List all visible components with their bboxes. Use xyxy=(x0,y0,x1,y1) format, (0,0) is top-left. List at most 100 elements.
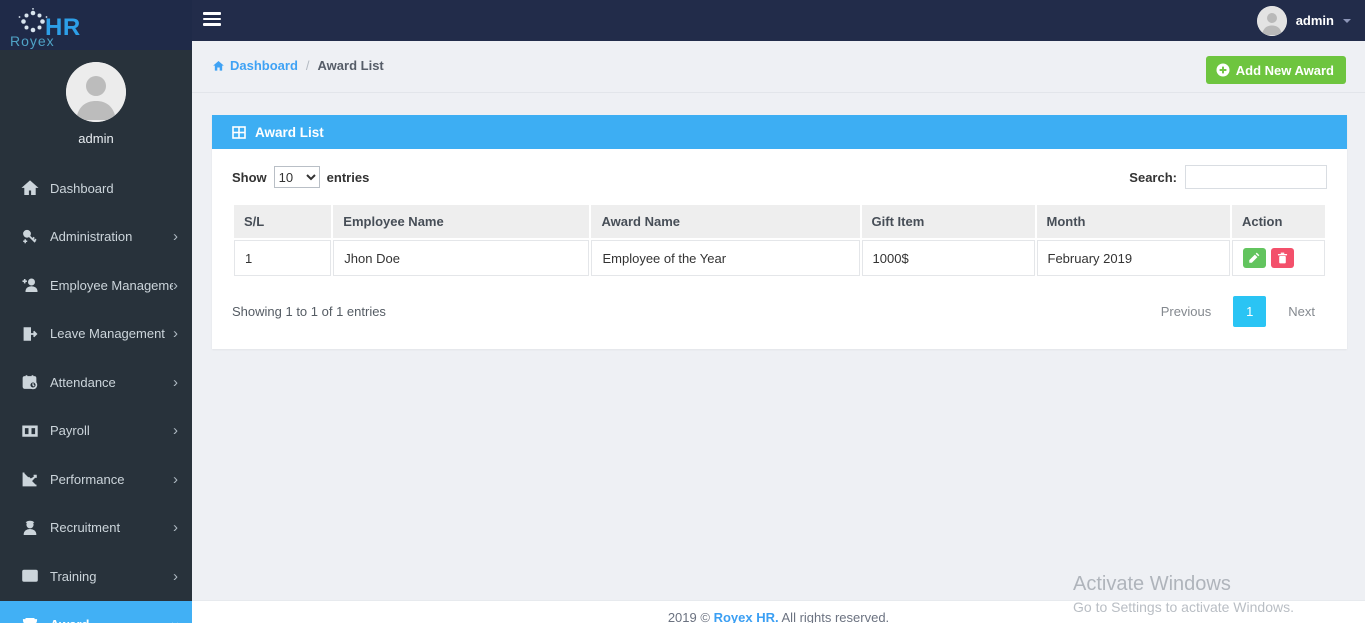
sidebar-item-administration[interactable]: Administration › xyxy=(0,213,192,262)
cell-action xyxy=(1232,240,1325,276)
sidebar-item-label: Attendance xyxy=(50,375,173,390)
column-header-action[interactable]: Action xyxy=(1232,205,1325,238)
pagination: Previous 1 Next xyxy=(1149,296,1327,327)
table-controls: Show 10 entries Search: xyxy=(232,165,1327,189)
trophy-icon xyxy=(20,616,40,623)
sidebar-item-award[interactable]: Award › xyxy=(0,601,192,623)
table-footer: Showing 1 to 1 of 1 entries Previous 1 N… xyxy=(232,296,1327,327)
sidebar-item-label: Employee Management xyxy=(50,278,173,293)
cell-gift-item: 1000$ xyxy=(862,240,1035,276)
user-menu[interactable]: admin xyxy=(1257,0,1351,41)
cell-sl: 1 xyxy=(234,240,331,276)
menu-toggle-icon[interactable] xyxy=(203,12,221,29)
award-list-panel: Award List Show 10 entries Search: S/L E… xyxy=(212,115,1347,349)
sidebar-item-training[interactable]: Training › xyxy=(0,552,192,601)
chevron-right-icon: › xyxy=(173,423,178,438)
show-label: Show xyxy=(232,170,267,185)
worker-icon xyxy=(20,519,40,537)
navbar-user-name: admin xyxy=(1296,13,1334,28)
delete-button[interactable] xyxy=(1271,248,1294,268)
entries-info: Showing 1 to 1 of 1 entries xyxy=(232,304,386,319)
footer-brand-link[interactable]: Royex HR. xyxy=(714,610,779,623)
sidebar-item-recruitment[interactable]: Recruitment › xyxy=(0,504,192,553)
breadcrumb-separator: / xyxy=(306,58,310,73)
content-header: Dashboard / Award List Add New Award xyxy=(192,41,1365,93)
wallet-icon xyxy=(20,422,40,440)
sign-out-icon xyxy=(20,325,40,343)
column-header-employee-name[interactable]: Employee Name xyxy=(333,205,589,238)
sidebar-item-label: Award xyxy=(50,617,173,623)
sidebar-item-employee-management[interactable]: Employee Management › xyxy=(0,261,192,310)
sidebar-item-label: Performance xyxy=(50,472,173,487)
table-header-row: S/L Employee Name Award Name Gift Item M… xyxy=(234,205,1325,238)
sidebar-item-leave-management[interactable]: Leave Management › xyxy=(0,310,192,359)
award-table: S/L Employee Name Award Name Gift Item M… xyxy=(232,203,1327,278)
add-new-award-label: Add New Award xyxy=(1236,63,1334,78)
column-header-month[interactable]: Month xyxy=(1037,205,1230,238)
breadcrumb: Dashboard / Award List xyxy=(212,58,384,73)
chart-line-icon xyxy=(20,470,40,488)
chevron-right-icon: › xyxy=(173,278,178,293)
page-footer: 2019 © Royex HR. All rights reserved. xyxy=(192,600,1365,623)
top-navbar: admin xyxy=(192,0,1365,41)
column-header-award-name[interactable]: Award Name xyxy=(591,205,859,238)
admin-key-icon xyxy=(20,228,40,246)
chevron-right-icon: › xyxy=(173,569,178,584)
sidebar-menu: Dashboard Administration › Employee Mana… xyxy=(0,164,192,623)
pagination-page-1[interactable]: 1 xyxy=(1233,296,1266,327)
grid-icon xyxy=(232,126,246,139)
pagination-next[interactable]: Next xyxy=(1276,297,1327,326)
app-logo[interactable]: HR Royex xyxy=(0,0,192,50)
sidebar-item-label: Administration xyxy=(50,229,173,244)
chevron-right-icon: › xyxy=(173,326,178,341)
footer-rights: All rights reserved. xyxy=(782,610,890,623)
home-icon xyxy=(212,60,225,72)
chevron-right-icon: › xyxy=(173,375,178,390)
chevron-right-icon: › xyxy=(173,472,178,487)
plus-circle-icon xyxy=(1216,63,1230,77)
column-header-sl[interactable]: S/L xyxy=(234,205,331,238)
sidebar-item-payroll[interactable]: Payroll › xyxy=(0,407,192,456)
edit-button[interactable] xyxy=(1243,248,1266,268)
logo-text-royex: Royex xyxy=(10,33,55,49)
home-icon xyxy=(20,179,40,197)
search-input[interactable] xyxy=(1185,165,1327,189)
cell-employee-name: Jhon Doe xyxy=(333,240,589,276)
calendar-clock-icon xyxy=(20,373,40,391)
page-size-control: Show 10 entries xyxy=(232,166,369,188)
watermark-line1: Activate Windows xyxy=(1073,573,1294,596)
entries-label: entries xyxy=(327,170,370,185)
page-size-select[interactable]: 10 xyxy=(274,166,320,188)
panel-body: Show 10 entries Search: S/L Employee Nam… xyxy=(212,149,1347,349)
breadcrumb-current: Award List xyxy=(318,58,384,73)
panel-header: Award List xyxy=(212,115,1347,149)
user-plus-icon xyxy=(20,276,40,294)
chevron-right-icon: › xyxy=(173,520,178,535)
column-header-gift-item[interactable]: Gift Item xyxy=(862,205,1035,238)
sidebar-item-label: Dashboard xyxy=(50,181,178,196)
caret-down-icon xyxy=(1343,19,1351,23)
search-label: Search: xyxy=(1129,170,1177,185)
sidebar: HR Royex admin Dashboard Administration … xyxy=(0,0,192,623)
sidebar-user-block: admin xyxy=(0,50,192,160)
sidebar-item-label: Leave Management xyxy=(50,326,173,341)
sidebar-item-performance[interactable]: Performance › xyxy=(0,455,192,504)
breadcrumb-home-label: Dashboard xyxy=(230,58,298,73)
breadcrumb-dashboard-link[interactable]: Dashboard xyxy=(212,58,298,73)
trash-icon xyxy=(1277,252,1288,264)
sidebar-item-label: Training xyxy=(50,569,173,584)
pagination-previous[interactable]: Previous xyxy=(1149,297,1224,326)
sidebar-item-attendance[interactable]: Attendance › xyxy=(0,358,192,407)
certificate-icon xyxy=(20,567,40,585)
edit-icon xyxy=(1248,252,1260,264)
cell-month: February 2019 xyxy=(1037,240,1230,276)
sidebar-item-dashboard[interactable]: Dashboard xyxy=(0,164,192,213)
table-row: 1 Jhon Doe Employee of the Year 1000$ Fe… xyxy=(234,240,1325,276)
avatar xyxy=(1257,6,1287,36)
cell-award-name: Employee of the Year xyxy=(591,240,859,276)
avatar xyxy=(66,62,126,122)
footer-year: 2019 © xyxy=(668,610,710,623)
sidebar-item-label: Payroll xyxy=(50,423,173,438)
chevron-right-icon: › xyxy=(173,229,178,244)
add-new-award-button[interactable]: Add New Award xyxy=(1206,56,1346,84)
